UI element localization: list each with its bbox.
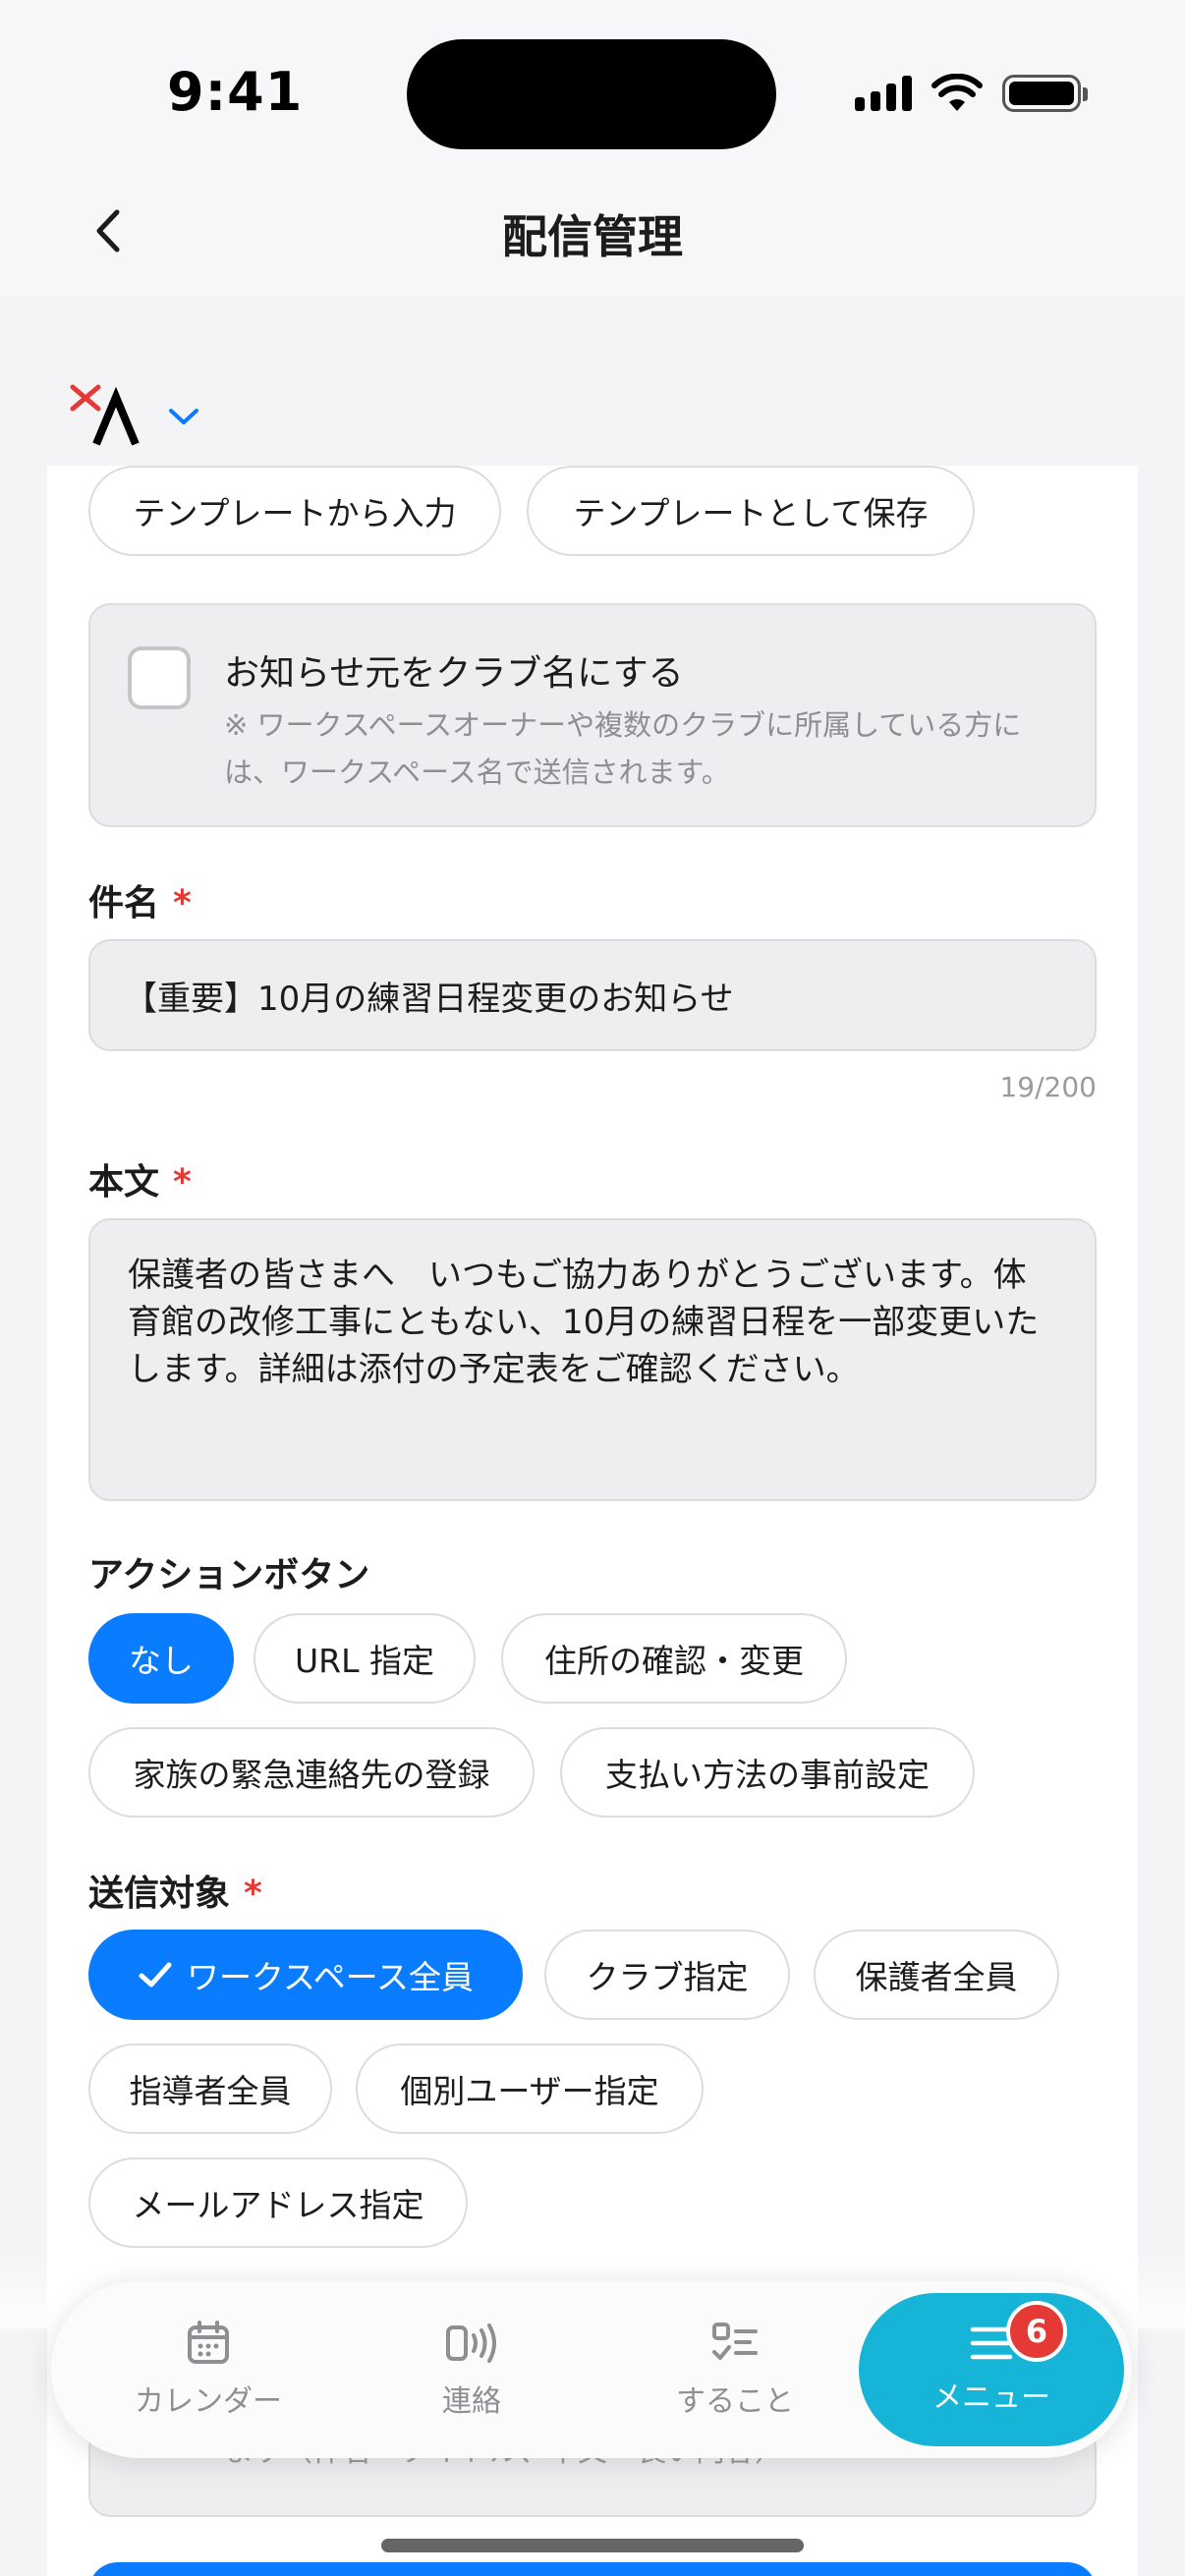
action-option-emergency-contact[interactable]: 家族の緊急連絡先の登録	[88, 1727, 535, 1818]
cellular-signal-icon	[855, 76, 912, 111]
notice-source-option[interactable]: お知らせ元をクラブ名にする ※ ワークスペースオーナーや複数のクラブに所属してい…	[88, 603, 1097, 827]
page-title: 配信管理	[502, 210, 683, 263]
submit-button[interactable]	[88, 2562, 1097, 2576]
tab-calendar-label: カレンダー	[135, 2384, 282, 2419]
action-option-address[interactable]: 住所の確認・変更	[501, 1613, 847, 1704]
template-input-button[interactable]: テンプレートから入力	[88, 466, 501, 556]
tab-todo-label: すること	[676, 2384, 794, 2419]
tab-calendar[interactable]: カレンダー	[90, 2281, 326, 2458]
broadcast-icon	[446, 2324, 496, 2363]
template-save-button[interactable]: テンプレートとして保存	[527, 466, 975, 556]
recipient-option-individual[interactable]: 個別ユーザー指定	[356, 2044, 704, 2134]
notice-source-label: お知らせ元をクラブ名にする	[224, 653, 684, 694]
recipient-option-workspace-all[interactable]: ワークスペース全員	[88, 1930, 523, 2020]
required-mark: *	[244, 1874, 262, 1914]
wifi-icon	[931, 74, 983, 111]
calendar-icon	[188, 2321, 229, 2364]
subject-counter: 19/200	[999, 1071, 1097, 1103]
recipient-option-club[interactable]: クラブ指定	[544, 1930, 790, 2020]
action-option-none[interactable]: なし	[88, 1613, 234, 1704]
action-option-payment[interactable]: 支払い方法の事前設定	[560, 1727, 975, 1818]
notice-source-note: ※ ワークスペースオーナーや複数のクラブに所属している方には、ワークスペース名で…	[224, 708, 1022, 789]
body-label: 本文 *	[88, 1162, 192, 1203]
tab-menu[interactable]: メニュー 6	[859, 2293, 1124, 2446]
status-icons	[855, 69, 1088, 118]
tab-todo[interactable]: すること	[617, 2281, 853, 2458]
dynamic-island	[407, 39, 776, 149]
subject-input[interactable]: 【重要】10月の練習日程変更のお知らせ	[88, 939, 1097, 1051]
tab-contact-label: 連絡	[442, 2384, 501, 2419]
workspace-switcher[interactable]	[69, 381, 200, 450]
home-indicator	[381, 2539, 804, 2552]
tab-contact[interactable]: 連絡	[354, 2281, 590, 2458]
checklist-icon	[712, 2323, 758, 2360]
app-logo-icon	[70, 384, 140, 446]
notification-badge: 6	[1006, 2301, 1067, 2362]
notice-source-checkbox[interactable]	[128, 646, 191, 709]
recipient-option-guardians[interactable]: 保護者全員	[814, 1930, 1059, 2020]
body-textarea[interactable]: 保護者の皆さまへ いつもご協力ありがとうございます。体育館の改修工事にともない、…	[88, 1218, 1097, 1501]
status-time: 9:41	[167, 61, 304, 123]
tab-bar: カレンダー 連絡 すること メニュー 6	[51, 2281, 1132, 2458]
action-option-url[interactable]: URL 指定	[254, 1613, 476, 1704]
subject-label: 件名 *	[88, 883, 192, 924]
tab-menu-label: メニュー	[932, 2380, 1050, 2415]
status-bar: 9:41	[0, 0, 1185, 177]
recipient-option-coaches[interactable]: 指導者全員	[88, 2044, 332, 2134]
checkmark-icon	[139, 1962, 172, 1988]
recipient-option-email[interactable]: メールアドレス指定	[88, 2157, 468, 2248]
recipients-label: 送信対象 *	[88, 1874, 262, 1914]
required-mark: *	[173, 883, 192, 924]
required-mark: *	[173, 1162, 192, 1203]
battery-icon	[1002, 75, 1088, 112]
chevron-down-icon	[169, 409, 198, 424]
action-button-label: アクションボタン	[88, 1555, 370, 1596]
